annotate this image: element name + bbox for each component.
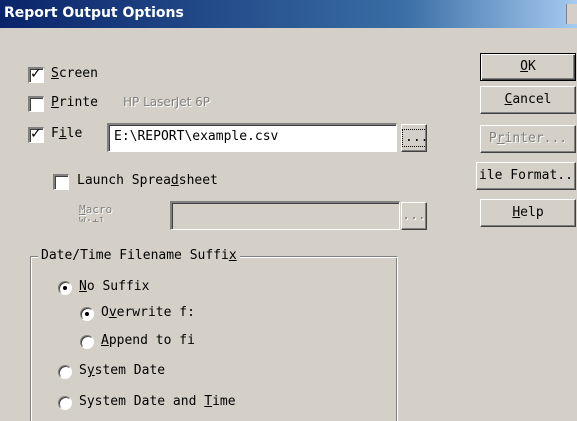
report-output-options-dialog: Report Output Options ✓ Screen Printe HP… — [0, 0, 577, 421]
help-button[interactable]: Help — [480, 199, 576, 227]
system-date-radio[interactable] — [58, 365, 72, 379]
macro-input[interactable] — [170, 201, 400, 230]
overwrite-radio[interactable] — [80, 307, 94, 321]
screen-label[interactable]: Screen — [51, 66, 98, 81]
radio-selected-dot — [85, 312, 89, 316]
file-label[interactable]: File — [51, 126, 82, 141]
macro-browse-button[interactable]: ... — [401, 202, 427, 230]
append-label[interactable]: Append to fi — [101, 333, 195, 348]
file-format-button[interactable]: ile Format.. — [476, 162, 576, 190]
macro-label: Macro W:+l — [79, 203, 113, 223]
screen-checkbox[interactable]: ✓ — [28, 66, 44, 83]
overwrite-label[interactable]: Overwrite f: — [101, 305, 195, 320]
printer-setup-button[interactable]: Printer... — [480, 125, 576, 153]
ok-button[interactable]: OK — [480, 53, 576, 81]
cancel-button[interactable]: Cancel — [480, 86, 576, 114]
printer-label[interactable]: Printe — [51, 95, 98, 110]
checkmark-icon: ✓ — [30, 66, 42, 82]
filename-suffix-group-title: Date/Time Filename Suffix — [38, 248, 240, 263]
window-title: Report Output Options — [4, 5, 184, 21]
system-date-label[interactable]: System Date — [79, 363, 165, 378]
printer-device-name: HP LaserJet 6P — [123, 95, 210, 109]
checkmark-icon: ✓ — [30, 126, 42, 142]
launch-spreadsheet-checkbox[interactable] — [53, 174, 69, 190]
title-bar-button-edge[interactable] — [566, 4, 577, 24]
file-path-input[interactable]: E:\REPORT\example.csv — [107, 123, 397, 152]
append-radio[interactable] — [80, 335, 94, 349]
system-date-time-radio[interactable] — [58, 396, 72, 410]
launch-spreadsheet-label[interactable]: Launch Spreadsheet — [77, 173, 218, 188]
no-suffix-radio[interactable] — [58, 281, 72, 295]
no-suffix-label[interactable]: No Suffix — [79, 279, 149, 294]
file-browse-button[interactable]: ... — [401, 124, 427, 152]
file-checkbox[interactable]: ✓ — [28, 126, 44, 143]
title-bar[interactable]: Report Output Options — [0, 0, 577, 28]
printer-checkbox[interactable] — [28, 96, 44, 112]
system-date-time-label[interactable]: System Date and Time — [79, 394, 236, 409]
radio-selected-dot — [63, 286, 67, 290]
